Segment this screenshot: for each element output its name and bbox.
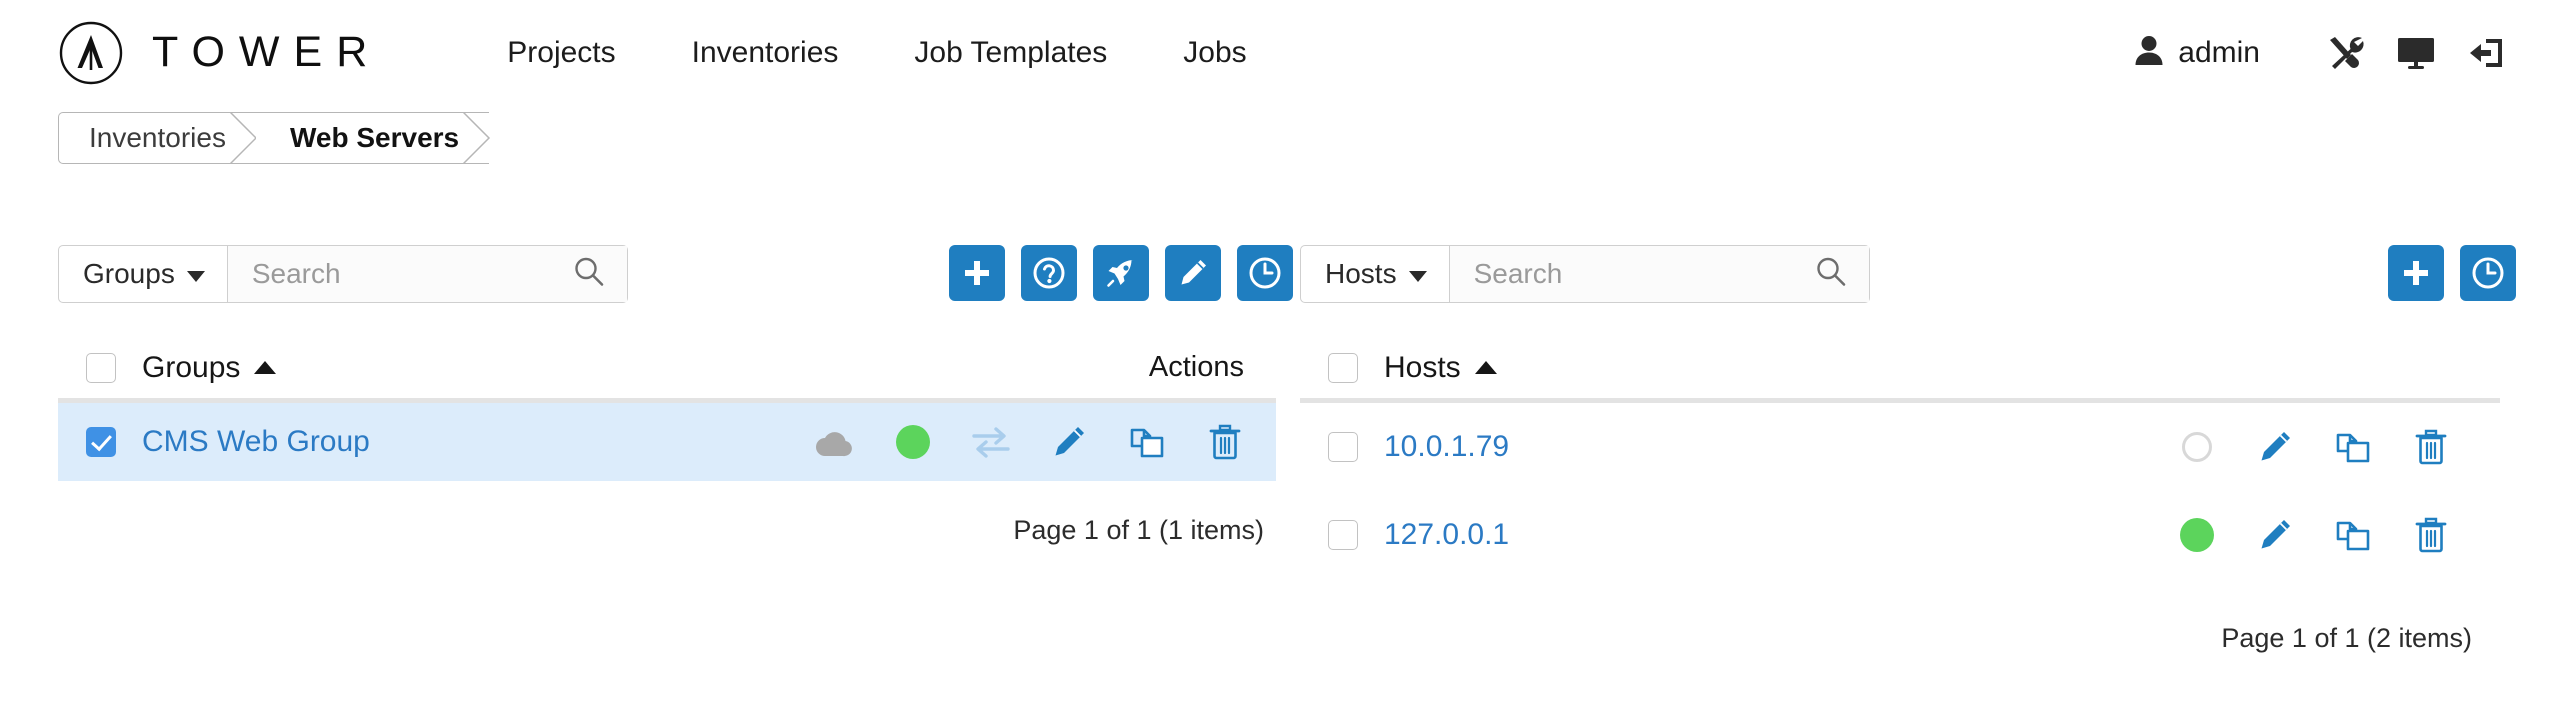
group-row-actions bbox=[796, 424, 1276, 460]
host-name-link[interactable]: 127.0.0.1 bbox=[1384, 518, 1509, 551]
hosts-action-buttons bbox=[2388, 245, 2516, 301]
brand-logo[interactable]: TOWER bbox=[58, 20, 381, 86]
host-name-link[interactable]: 10.0.1.79 bbox=[1384, 430, 1509, 463]
breadcrumb-label: Inventories bbox=[89, 122, 226, 153]
groups-action-buttons bbox=[949, 245, 1293, 301]
monitor-icon[interactable] bbox=[2396, 35, 2436, 71]
status-dot-green bbox=[2180, 518, 2214, 552]
main-nav: Projects Inventories Job Templates Jobs bbox=[469, 36, 1284, 70]
groups-column-label: Groups bbox=[142, 350, 241, 384]
hosts-pagination: Page 1 of 1 (2 items) bbox=[2221, 623, 2472, 653]
hosts-schedule-button[interactable] bbox=[2460, 245, 2516, 301]
username-label: admin bbox=[2178, 35, 2260, 69]
toolbar-row: Groups Search Hosts Search bbox=[0, 245, 2558, 305]
add-group-button[interactable] bbox=[949, 245, 1005, 301]
hosts-filter-label: Hosts bbox=[1325, 258, 1397, 289]
launch-button[interactable] bbox=[1093, 245, 1149, 301]
sort-ascending-icon bbox=[1474, 360, 1497, 374]
logout-arrow-icon[interactable] bbox=[2466, 35, 2506, 71]
groups-table-header: Groups Actions bbox=[58, 337, 1276, 403]
trash-icon[interactable] bbox=[2392, 517, 2470, 553]
copy-icon[interactable] bbox=[1108, 424, 1186, 460]
host-status-indicator[interactable] bbox=[2158, 432, 2236, 462]
nav-item-inventories[interactable]: Inventories bbox=[654, 36, 877, 70]
hosts-filter-dropdown[interactable]: Hosts bbox=[1301, 246, 1450, 302]
copy-icon[interactable] bbox=[2314, 517, 2392, 553]
table-row[interactable]: CMS Web Group bbox=[58, 403, 1276, 481]
help-button[interactable] bbox=[1021, 245, 1077, 301]
breadcrumb-chevron-icon bbox=[463, 111, 515, 164]
wrench-screwdriver-icon[interactable] bbox=[2326, 33, 2366, 73]
copy-icon[interactable] bbox=[2314, 429, 2392, 465]
hosts-search-input[interactable] bbox=[1449, 246, 1869, 302]
group-name-link[interactable]: CMS Web Group bbox=[142, 425, 370, 458]
nav-item-jobs[interactable]: Jobs bbox=[1145, 36, 1284, 70]
host-name-cell: 10.0.1.79 bbox=[1384, 430, 2158, 464]
host-row-checkbox[interactable] bbox=[1328, 520, 1358, 550]
host-row-select-cell bbox=[1300, 432, 1384, 462]
groups-actions-label: Actions bbox=[1148, 351, 1244, 383]
nav-item-projects[interactable]: Projects bbox=[469, 36, 653, 70]
group-name-cell: CMS Web Group bbox=[142, 425, 796, 459]
hosts-table-header: Hosts bbox=[1300, 337, 2500, 403]
status-dot-idle bbox=[2182, 432, 2212, 462]
host-name-cell: 127.0.0.1 bbox=[1384, 518, 2158, 552]
groups-panel: Groups Actions CMS Web Group Page 1 of 1… bbox=[58, 337, 1276, 546]
pencil-icon[interactable] bbox=[1030, 424, 1108, 460]
trash-icon[interactable] bbox=[1186, 424, 1264, 460]
host-row-actions bbox=[2158, 429, 2500, 465]
table-row[interactable]: 10.0.1.79 bbox=[1300, 403, 2500, 491]
groups-select-all-cell bbox=[58, 352, 142, 383]
exchange-icon[interactable] bbox=[952, 425, 1030, 459]
chevron-down-icon bbox=[1408, 270, 1427, 282]
nav-item-job-templates[interactable]: Job Templates bbox=[876, 36, 1145, 70]
groups-search-input[interactable] bbox=[227, 246, 627, 302]
breadcrumb-label: Web Servers bbox=[289, 122, 460, 153]
user-icon bbox=[2134, 34, 2164, 71]
groups-pagination: Page 1 of 1 (1 items) bbox=[1013, 515, 1264, 545]
host-row-select-cell bbox=[1300, 520, 1384, 550]
brand-name: TOWER bbox=[152, 28, 382, 76]
hosts-select-all-checkbox[interactable] bbox=[1328, 352, 1358, 383]
hosts-column-label: Hosts bbox=[1384, 350, 1461, 384]
pencil-icon[interactable] bbox=[2236, 429, 2314, 465]
status-dot-green bbox=[896, 425, 930, 459]
hosts-select-all-cell bbox=[1300, 352, 1384, 383]
chevron-down-icon bbox=[186, 270, 205, 282]
groups-filter-label: Groups bbox=[83, 258, 175, 289]
hosts-search-field bbox=[1449, 246, 1869, 302]
top-navigation-bar: TOWER Projects Inventories Job Templates… bbox=[0, 0, 2558, 105]
group-row-checkbox[interactable] bbox=[86, 427, 116, 457]
search-icon[interactable] bbox=[573, 256, 605, 293]
hosts-panel: Hosts 10.0.1.79 127.0.0.1 Page 1 of 1 (2… bbox=[1300, 337, 2500, 654]
edit-button[interactable] bbox=[1165, 245, 1221, 301]
host-row-actions bbox=[2158, 517, 2500, 553]
trash-icon[interactable] bbox=[2392, 429, 2470, 465]
table-row[interactable]: 127.0.0.1 bbox=[1300, 491, 2500, 579]
top-right-controls: admin bbox=[2134, 0, 2506, 105]
hosts-search-group: Hosts bbox=[1300, 245, 1870, 303]
schedule-button[interactable] bbox=[1237, 245, 1293, 301]
group-status-indicator bbox=[874, 425, 952, 459]
groups-select-all-checkbox[interactable] bbox=[86, 352, 116, 383]
user-menu[interactable]: admin bbox=[2134, 34, 2260, 71]
groups-filter-dropdown[interactable]: Groups bbox=[59, 246, 228, 302]
groups-search-group: Groups bbox=[58, 245, 628, 303]
groups-search-field bbox=[227, 246, 627, 302]
groups-column-header[interactable]: Groups bbox=[142, 351, 1149, 385]
host-row-checkbox[interactable] bbox=[1328, 432, 1358, 462]
ansible-tower-logo-icon bbox=[58, 20, 124, 86]
pencil-icon[interactable] bbox=[2236, 517, 2314, 553]
sort-ascending-icon bbox=[254, 360, 277, 374]
breadcrumb-item-web-servers[interactable]: Web Servers bbox=[255, 111, 491, 164]
group-row-select-cell bbox=[58, 427, 142, 457]
breadcrumb-item-inventories[interactable]: Inventories bbox=[58, 111, 258, 164]
add-host-button[interactable] bbox=[2388, 245, 2444, 301]
cloud-icon[interactable] bbox=[796, 426, 874, 458]
hosts-column-header[interactable]: Hosts bbox=[1384, 351, 2500, 385]
search-icon[interactable] bbox=[1815, 256, 1847, 293]
groups-actions-column-header: Actions bbox=[1149, 351, 1276, 384]
host-status-indicator[interactable] bbox=[2158, 518, 2236, 552]
breadcrumb: Inventories Web Servers bbox=[58, 111, 491, 164]
